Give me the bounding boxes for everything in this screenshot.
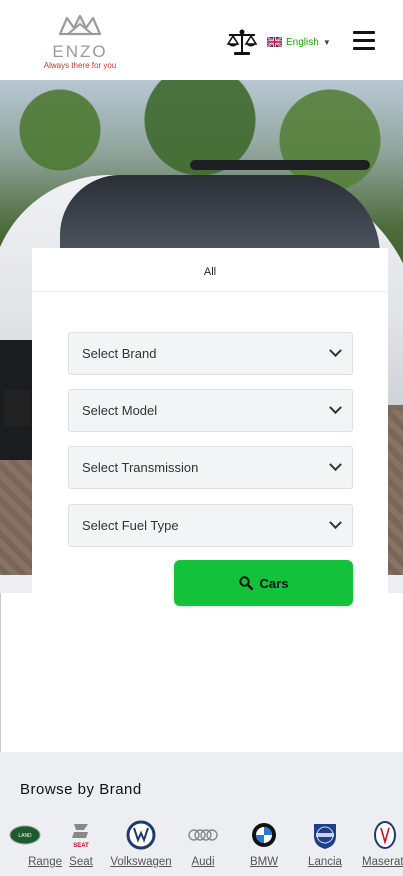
brand-select[interactable]: Select Brand bbox=[68, 332, 353, 375]
land-rover-logo-icon: LAND bbox=[9, 825, 41, 845]
hero-car-plate bbox=[4, 390, 30, 426]
model-select-label: Select Model bbox=[82, 403, 158, 418]
svg-text:LAND: LAND bbox=[18, 833, 32, 839]
seat-logo-icon: SEAT bbox=[72, 824, 89, 849]
caret-down-icon: ▼ bbox=[322, 37, 331, 47]
chevron-down-icon bbox=[329, 458, 342, 472]
model-select[interactable]: Select Model bbox=[68, 389, 353, 432]
logo-wordmark: ENZO bbox=[52, 42, 108, 61]
search-cars-label: Cars bbox=[259, 575, 289, 591]
uk-flag-icon bbox=[267, 37, 282, 47]
brand-label: Lancia bbox=[308, 856, 342, 868]
brand-item-volkswagen[interactable]: Volkswagen bbox=[110, 820, 172, 870]
crown-logo-icon bbox=[58, 14, 102, 36]
tab-all[interactable]: All bbox=[32, 248, 388, 292]
brand-item-seat[interactable]: SEAT Seat bbox=[50, 820, 112, 870]
car-search-card: All Select Brand Select Model Select Tra… bbox=[32, 248, 388, 606]
hero-car-sunroof bbox=[190, 160, 370, 170]
site-header: ENZO Always there for you English ▼ bbox=[0, 0, 403, 80]
hamburger-menu-icon[interactable] bbox=[353, 31, 375, 51]
site-logo[interactable]: ENZO Always there for you bbox=[38, 12, 122, 72]
logo-tagline: Always there for you bbox=[43, 61, 117, 70]
brand-label: Maserati bbox=[362, 856, 403, 868]
audi-rings-logo-icon bbox=[188, 829, 218, 841]
chevron-down-icon bbox=[329, 516, 342, 530]
search-cars-button[interactable]: Cars bbox=[174, 560, 353, 606]
fuel-type-select[interactable]: Select Fuel Type bbox=[68, 504, 353, 547]
search-icon bbox=[238, 576, 253, 590]
menu-bar bbox=[353, 39, 375, 42]
chevron-down-icon bbox=[329, 344, 342, 358]
browse-by-brand-section: Browse by Brand LAND Range SEAT Seat Vol… bbox=[0, 752, 403, 876]
brand-item-maserati[interactable]: Maserati bbox=[354, 820, 403, 870]
brand-item-bmw[interactable]: BMW bbox=[233, 820, 295, 870]
brand-item-lancia[interactable]: Lancia bbox=[294, 820, 356, 870]
menu-bar bbox=[353, 47, 375, 50]
transmission-select[interactable]: Select Transmission bbox=[68, 446, 353, 489]
transmission-select-label: Select Transmission bbox=[82, 460, 199, 475]
svg-text:SEAT: SEAT bbox=[73, 843, 89, 849]
language-selector[interactable]: English ▼ bbox=[267, 35, 331, 49]
chevron-down-icon bbox=[329, 401, 342, 415]
scale-compare-icon[interactable] bbox=[226, 28, 258, 56]
lancia-logo-icon bbox=[314, 824, 336, 849]
volkswagen-logo-icon bbox=[126, 820, 156, 850]
fuel-type-select-label: Select Fuel Type bbox=[82, 518, 179, 533]
brand-item-audi[interactable]: Audi bbox=[172, 820, 234, 870]
language-label: English bbox=[286, 36, 319, 48]
menu-bar bbox=[353, 31, 375, 34]
maserati-logo-icon bbox=[374, 821, 396, 849]
bmw-logo-icon bbox=[252, 823, 276, 847]
browse-by-brand-title: Browse by Brand bbox=[20, 781, 142, 798]
hero-car-windshield bbox=[60, 175, 380, 255]
brand-select-label: Select Brand bbox=[82, 346, 157, 361]
